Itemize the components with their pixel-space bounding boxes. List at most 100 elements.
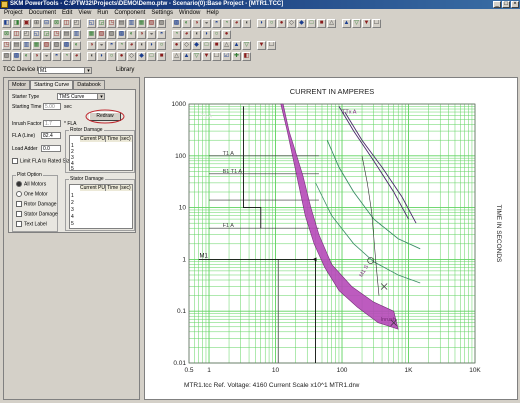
toolbar-button[interactable]: ▧: [147, 19, 156, 28]
toolbar-button[interactable]: ▥: [22, 41, 31, 50]
toolbar-button[interactable]: ■: [317, 19, 326, 28]
toolbar-button[interactable]: ◕: [127, 41, 136, 50]
menu-component[interactable]: Component: [114, 9, 145, 18]
option-all-motors[interactable]: All Motors: [16, 181, 46, 187]
toolbar-button[interactable]: ◖: [137, 41, 146, 50]
toolbar-button[interactable]: ◇: [127, 52, 136, 61]
toolbar-button[interactable]: ▣: [22, 19, 31, 28]
toolbar-button[interactable]: ⊠: [2, 30, 11, 39]
menu-window[interactable]: Window: [179, 9, 200, 18]
toolbar-button[interactable]: ●: [172, 41, 181, 50]
toolbar-button[interactable]: ⊞: [32, 19, 41, 28]
toolbar-button[interactable]: ◓: [212, 19, 221, 28]
toolbar-button[interactable]: ◑: [32, 52, 41, 61]
toolbar-button[interactable]: ◒: [42, 52, 51, 61]
toolbar-button[interactable]: ⊟: [42, 19, 51, 28]
menu-document[interactable]: Document: [29, 9, 56, 18]
toolbar-button[interactable]: ▤: [62, 30, 71, 39]
toolbar-button[interactable]: ▲: [232, 41, 241, 50]
toolbar-button[interactable]: ▩: [117, 30, 126, 39]
toolbar-button[interactable]: ◓: [52, 52, 61, 61]
toolbar-button[interactable]: ◧: [242, 52, 251, 61]
toolbar-button[interactable]: ◐: [127, 30, 136, 39]
toolbar-button[interactable]: ☐: [267, 41, 276, 50]
toolbar-button[interactable]: ◇: [287, 19, 296, 28]
toolbar-button[interactable]: ◕: [72, 52, 81, 61]
inrush-factor-input[interactable]: 1.7: [43, 120, 61, 127]
toolbar-button[interactable]: ◖: [192, 30, 201, 39]
toolbar-button[interactable]: ■: [157, 52, 166, 61]
option-rotor-damage[interactable]: Rotor Damage: [16, 201, 57, 207]
toolbar-button[interactable]: ▩: [172, 19, 181, 28]
toolbar-button[interactable]: ▤: [12, 41, 21, 50]
starting-time-input[interactable]: 5.00: [43, 103, 61, 110]
toolbar-button[interactable]: □: [307, 19, 316, 28]
toolbar-button[interactable]: ◕: [182, 30, 191, 39]
toolbar-button[interactable]: ◳: [107, 19, 116, 28]
toolbar-button[interactable]: ▨: [107, 30, 116, 39]
toolbar-button[interactable]: △: [222, 41, 231, 50]
toolbar-button[interactable]: ◗: [97, 52, 106, 61]
toolbar-button[interactable]: ○: [212, 30, 221, 39]
toolbar-button[interactable]: ◱: [87, 19, 96, 28]
option-text-label[interactable]: Text Label: [16, 221, 47, 227]
menu-help[interactable]: Help: [206, 9, 218, 18]
toolbar-button[interactable]: □: [147, 52, 156, 61]
toolbar-button[interactable]: ▼: [362, 19, 371, 28]
maximize-button[interactable]: □: [502, 1, 510, 8]
toolbar-button[interactable]: ◲: [42, 30, 51, 39]
toolbar-button[interactable]: ●: [117, 52, 126, 61]
load-adder-input[interactable]: 0.0: [41, 145, 61, 152]
toolbar-button[interactable]: ◕: [232, 19, 241, 28]
chevron-down-icon[interactable]: ▾: [84, 67, 92, 74]
stator-damage-table[interactable]: Current PU Time (sec) 1 2 3 4 5: [69, 184, 133, 229]
chevron-down-icon[interactable]: ▾: [97, 93, 105, 100]
toolbar-button[interactable]: ◗: [202, 30, 211, 39]
limit-fla-checkbox[interactable]: Limit FLA to Rated Size: [12, 158, 72, 164]
toolbar-button[interactable]: ▨: [2, 52, 11, 61]
toolbar-button[interactable]: △: [172, 52, 181, 61]
tcc-chart-window[interactable]: 0.5 1 10 100 1K 10K 1000 100 10 1 0.1 0.01 CURRENT I…: [144, 77, 518, 400]
toolbar-button[interactable]: ○: [157, 41, 166, 50]
toolbar-button[interactable]: ▥: [72, 30, 81, 39]
toolbar-button[interactable]: ◳: [2, 41, 11, 50]
toolbar-button[interactable]: ⊠: [52, 19, 61, 28]
toolbar-button[interactable]: ◗: [257, 19, 266, 28]
toolbar-button[interactable]: ◑: [87, 41, 96, 50]
toolbar-button[interactable]: ▼: [257, 41, 266, 50]
toolbar-button[interactable]: ◰: [72, 19, 81, 28]
close-button[interactable]: ×: [511, 1, 519, 8]
toolbar-button[interactable]: ▤: [117, 19, 126, 28]
option-one-motor[interactable]: One Motor: [16, 191, 48, 197]
toolbar-button[interactable]: ◑: [137, 30, 146, 39]
toolbar-button[interactable]: ◒: [202, 19, 211, 28]
toolbar-button[interactable]: ◐: [72, 41, 81, 50]
toolbar-button[interactable]: ◫: [62, 19, 71, 28]
toolbar-button[interactable]: ○: [107, 52, 116, 61]
toolbar-button[interactable]: ●: [277, 19, 286, 28]
toolbar-button[interactable]: ▧: [42, 41, 51, 50]
toolbar-button[interactable]: ▲: [182, 52, 191, 61]
toolbar-button[interactable]: ◱: [32, 30, 41, 39]
toolbar-button[interactable]: ☐: [372, 19, 381, 28]
toolbar-button[interactable]: ◲: [97, 19, 106, 28]
toolbar-button[interactable]: ◰: [22, 30, 31, 39]
toolbar-button[interactable]: ◔: [172, 30, 181, 39]
toolbar-button[interactable]: ◆: [192, 41, 201, 50]
toolbar-button[interactable]: ▽: [242, 41, 251, 50]
toolbar-button[interactable]: ◓: [107, 41, 116, 50]
toolbar-button[interactable]: ◖: [87, 52, 96, 61]
toolbar-button[interactable]: ◗: [147, 41, 156, 50]
toolbar-button[interactable]: ◔: [222, 19, 231, 28]
toolbar-button[interactable]: ●: [222, 30, 231, 39]
toolbar-button[interactable]: ▦: [32, 41, 41, 50]
toolbar-button[interactable]: ◒: [97, 41, 106, 50]
toolbar-button[interactable]: ▽: [192, 52, 201, 61]
toolbar-button[interactable]: ▦: [87, 30, 96, 39]
library-label[interactable]: Library: [116, 66, 134, 75]
toolbar-button[interactable]: ◐: [22, 52, 31, 61]
toolbar-button[interactable]: ▼: [202, 52, 211, 61]
toolbar-button[interactable]: ◖: [242, 19, 251, 28]
toolbar-button[interactable]: ◆: [297, 19, 306, 28]
toolbar-button[interactable]: ▧: [97, 30, 106, 39]
